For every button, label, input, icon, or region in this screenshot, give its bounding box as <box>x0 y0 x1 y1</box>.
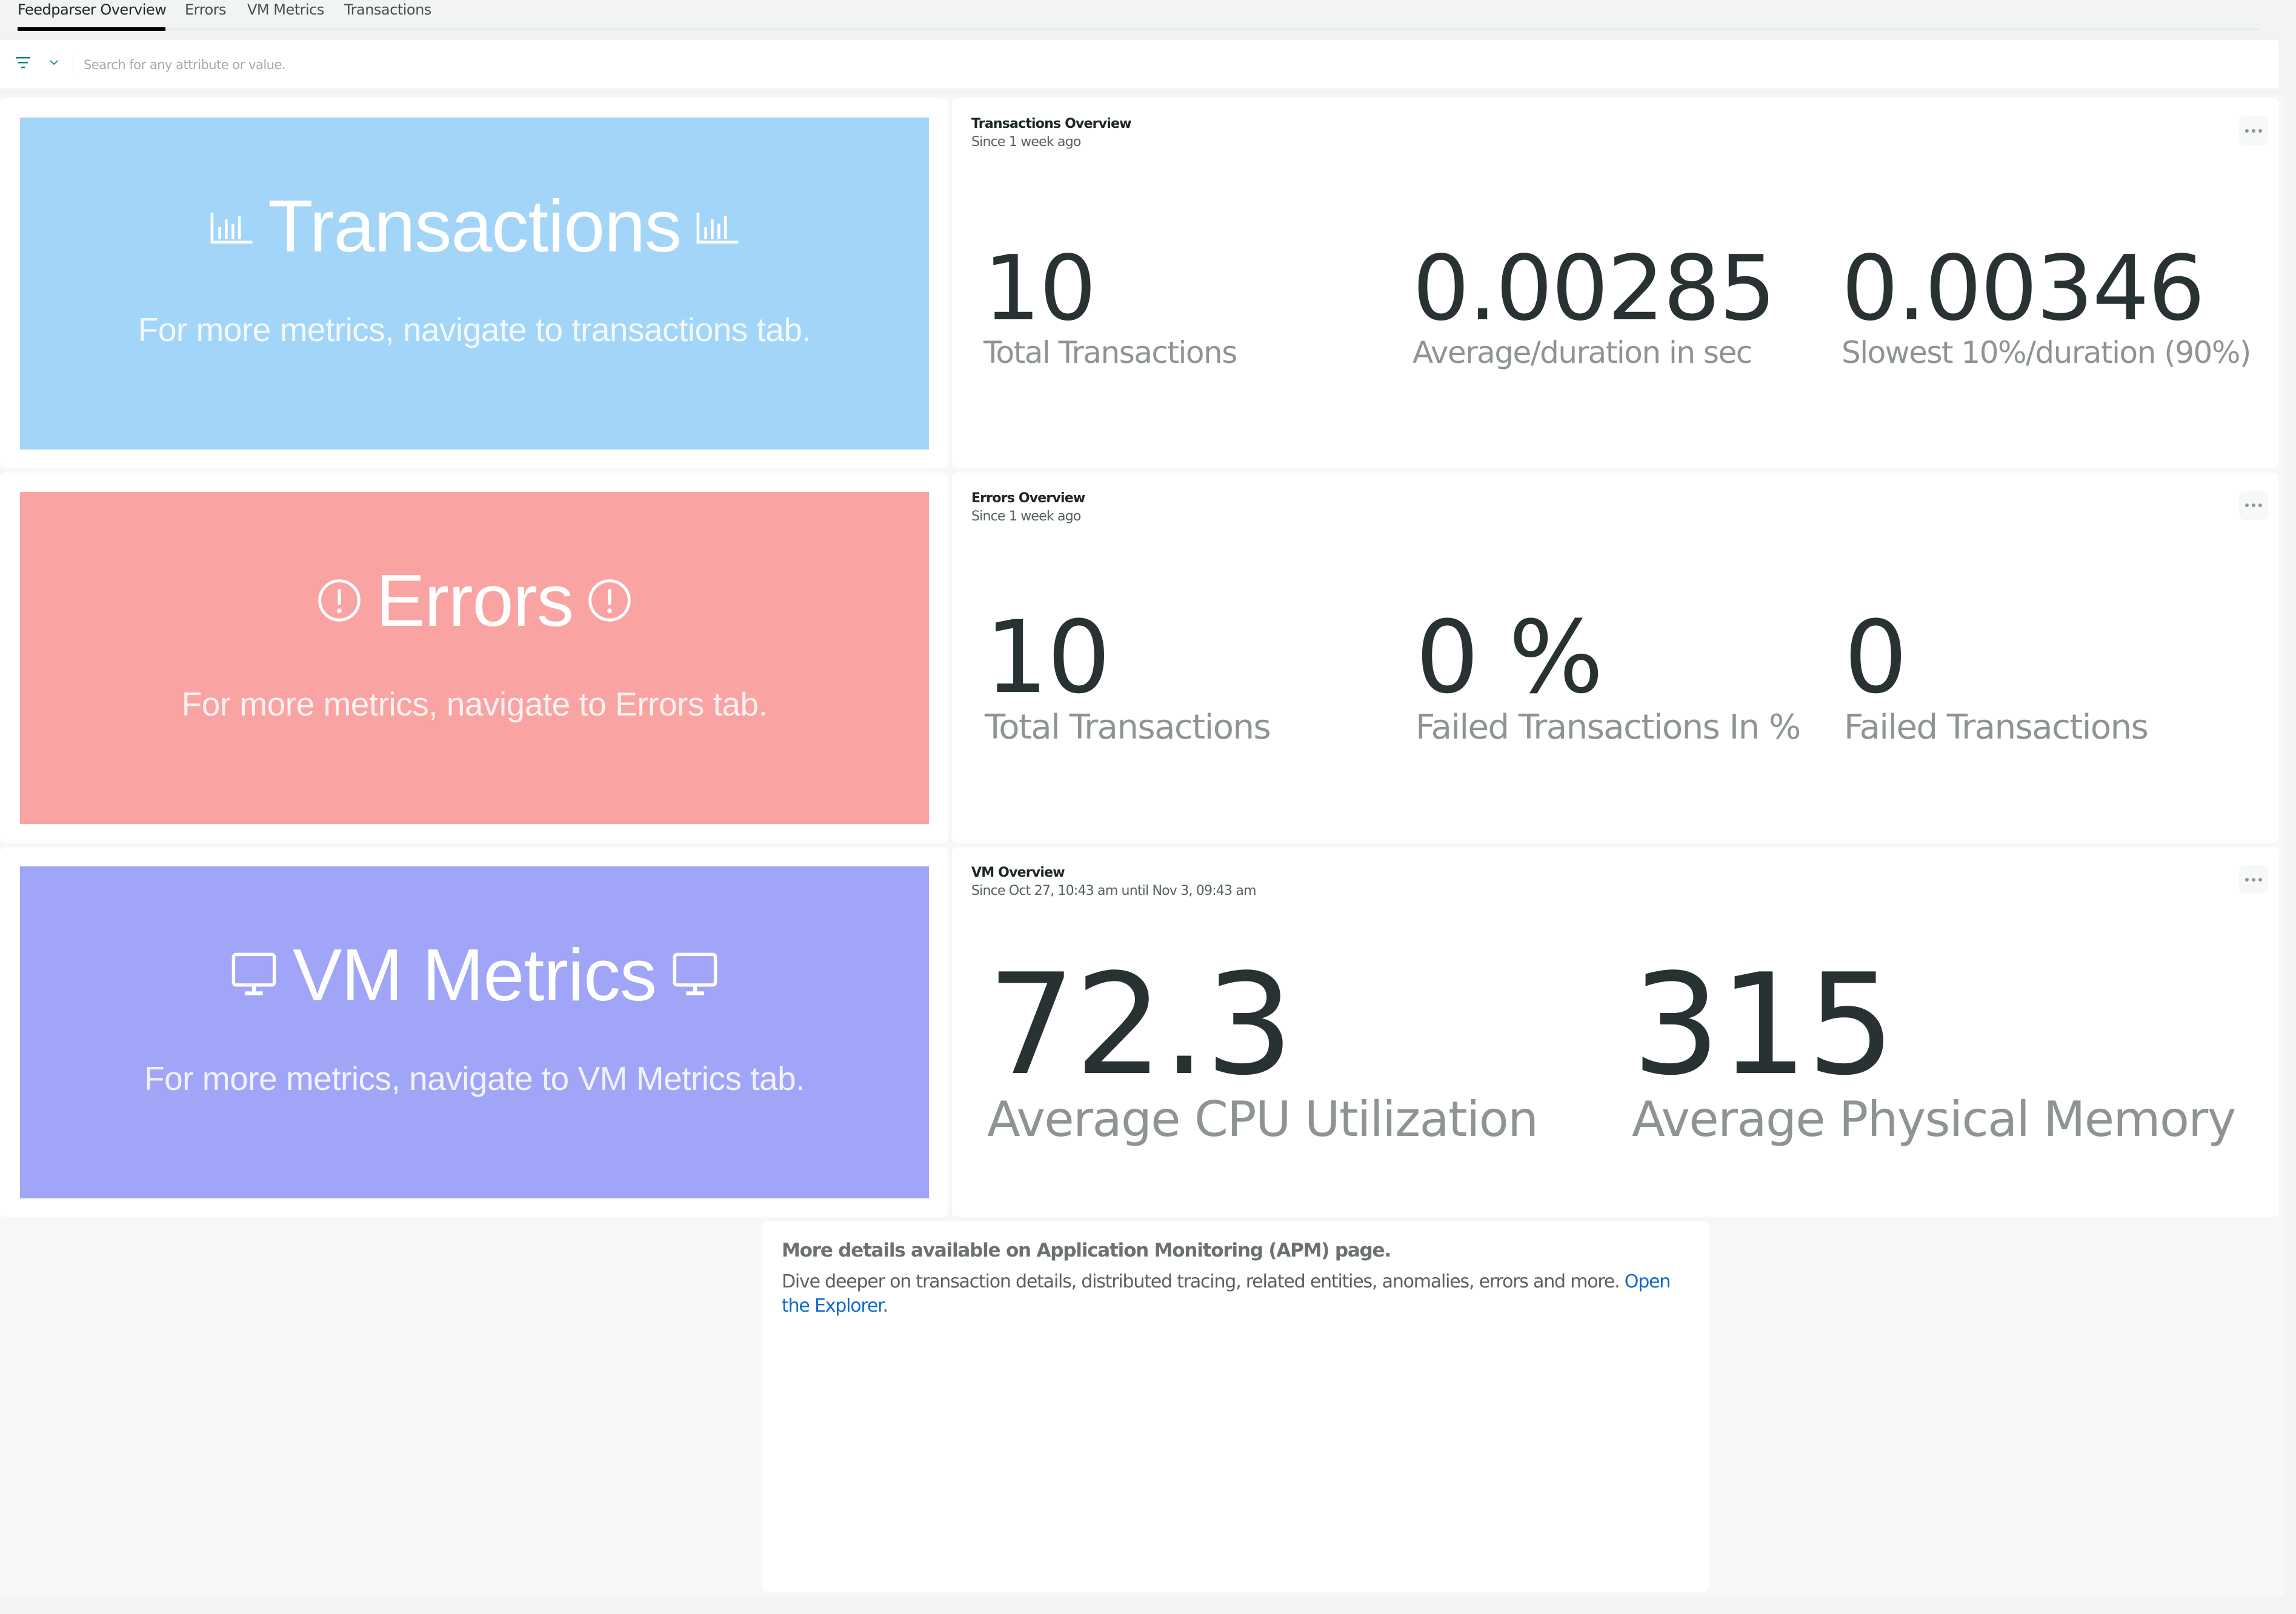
errors-overview-widget: Errors Overview Since 1 week ago 10 Tota… <box>952 473 2279 843</box>
stat-label: Failed Transactions <box>1844 708 2149 747</box>
banner-subtitle: For more metrics, navigate to transactio… <box>138 311 811 348</box>
stat-label: Total Transactions <box>985 708 1271 747</box>
tab-transactions[interactable]: Transactions <box>344 1 431 18</box>
banner-subtitle: For more metrics, navigate to Errors tab… <box>181 685 768 723</box>
page-footer-area <box>0 1596 2296 1614</box>
active-tab-indicator <box>18 27 165 31</box>
tab-track <box>18 28 2260 30</box>
errors-banner: Errors For more metrics, navigate to Err… <box>20 492 929 824</box>
widget-title: Errors Overview <box>971 491 1085 506</box>
vm-metrics-banner-card: VM Metrics For more metrics, navigate to… <box>0 847 948 1217</box>
widget-time-range: Since 1 week ago <box>971 509 1081 524</box>
monitor-icon <box>673 952 717 995</box>
stat-cpu-utilization: 72.3 Average CPU Utilization <box>987 945 1539 1149</box>
stat-total-transactions: 10 Total Transactions <box>985 599 1271 748</box>
filter-icon[interactable] <box>16 57 30 69</box>
transactions-overview-widget: Transactions Overview Since 1 week ago 1… <box>952 98 2279 468</box>
stat-physical-memory: 315 Average Physical Memory <box>1632 945 2236 1149</box>
widget-menu-button[interactable] <box>2239 491 2268 520</box>
chevron-down-icon[interactable] <box>48 58 59 67</box>
stat-value: 72.3 <box>987 945 1294 1106</box>
banner-title-text: Errors <box>375 559 574 642</box>
banner-title: VM Metrics <box>215 938 734 1012</box>
banner-title-text: Transactions <box>268 185 682 267</box>
widget-title: VM Overview <box>971 865 1065 880</box>
stat-label: Total Transactions <box>983 335 1237 370</box>
banner-title-text: VM Metrics <box>293 934 657 1016</box>
stat-value: 315 <box>1632 945 1895 1106</box>
widget-title: Transactions Overview <box>971 116 1131 131</box>
stat-value: 0.00346 <box>1842 236 2205 340</box>
stat-total-transactions: 10 Total Transactions <box>983 244 1237 371</box>
stat-label: Slowest 10%/duration (90%) <box>1842 335 2251 370</box>
stat-value: 0.00285 <box>1413 236 1776 340</box>
filter-bar <box>0 40 2279 88</box>
widget-time-range: Since Oct 27, 10:43 am until Nov 3, 09:4… <box>971 883 1257 898</box>
apm-info-card: More details available on Application Mo… <box>762 1221 1709 1592</box>
errors-banner-card: Errors For more metrics, navigate to Err… <box>0 473 948 843</box>
alert-circle-icon <box>588 579 631 622</box>
widget-menu-button[interactable] <box>2239 116 2268 145</box>
stat-value: 0 <box>1844 599 1908 716</box>
banner-subtitle: For more metrics, navigate to VM Metrics… <box>144 1060 805 1097</box>
more-horizontal-icon <box>2245 129 2262 133</box>
more-horizontal-icon <box>2245 878 2262 882</box>
tab-feedparser-overview[interactable]: Feedparser Overview <box>18 1 167 18</box>
vm-metrics-banner: VM Metrics For more metrics, navigate to… <box>20 866 929 1198</box>
monitor-icon <box>231 952 276 995</box>
stat-label: Average CPU Utilization <box>987 1091 1539 1147</box>
stat-failed-percent: 0 % Failed Transactions In % <box>1416 599 1801 748</box>
stat-failed-transactions: 0 Failed Transactions <box>1844 599 2149 748</box>
vm-overview-widget: VM Overview Since Oct 27, 10:43 am until… <box>952 847 2279 1217</box>
info-body: Dive deeper on transaction details, dist… <box>782 1270 1703 1318</box>
stat-value: 10 <box>983 236 1096 340</box>
bar-chart-icon <box>696 213 739 244</box>
stat-label: Average Physical Memory <box>1632 1091 2236 1147</box>
alert-circle-icon <box>318 579 361 622</box>
info-body-text: Dive deeper on transaction details, dist… <box>782 1271 1625 1292</box>
transactions-banner: Transactions For more metrics, navigate … <box>20 118 929 450</box>
stat-label: Failed Transactions In % <box>1416 708 1801 747</box>
widget-time-range: Since 1 week ago <box>971 134 1081 150</box>
more-horizontal-icon <box>2245 503 2262 507</box>
stat-slowest-duration: 0.00346 Slowest 10%/duration (90%) <box>1842 244 2251 371</box>
dashboard-tabs: Feedparser Overview Errors VM Metrics Tr… <box>0 0 2296 32</box>
banner-title: Errors <box>303 563 646 637</box>
info-title: More details available on Application Mo… <box>782 1240 1391 1261</box>
tab-errors[interactable]: Errors <box>185 1 227 18</box>
stat-label: Average/duration in sec <box>1413 335 1752 370</box>
info-body-suffix: . <box>882 1295 889 1317</box>
stat-average-duration: 0.00285 Average/duration in sec <box>1413 236 1776 371</box>
widget-menu-button[interactable] <box>2239 865 2268 894</box>
stat-value: 10 <box>985 599 1111 716</box>
stat-value: 0 % <box>1416 599 1603 716</box>
banner-title: Transactions <box>195 189 754 263</box>
bar-chart-icon <box>210 213 253 244</box>
search-input[interactable] <box>82 51 2206 79</box>
transactions-banner-card: Transactions For more metrics, navigate … <box>0 98 948 468</box>
tab-vm-metrics[interactable]: VM Metrics <box>247 1 324 18</box>
